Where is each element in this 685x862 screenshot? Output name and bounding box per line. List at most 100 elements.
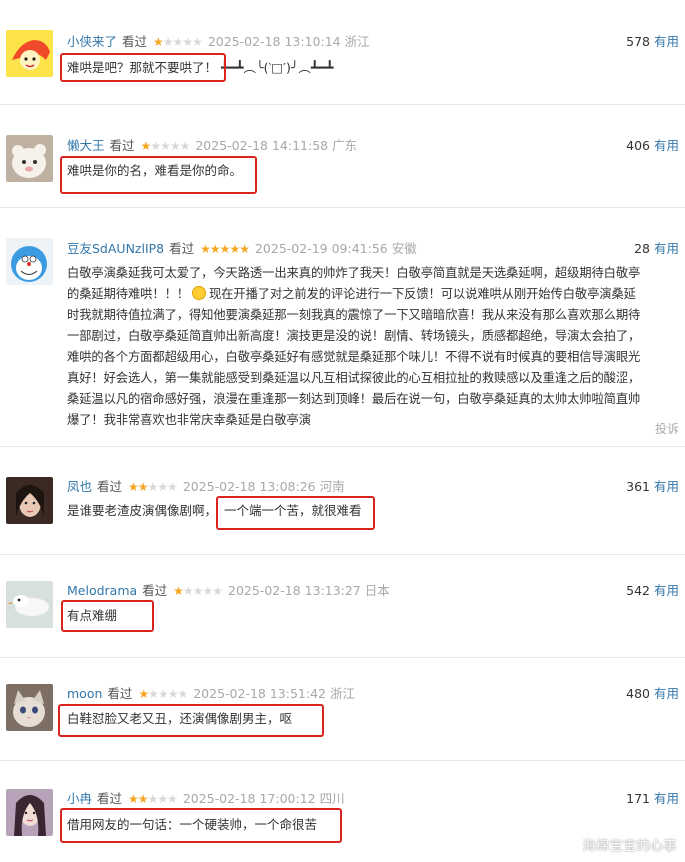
star-filled-icon: ★ [137,480,149,494]
vote-count: 28 [634,241,650,256]
username-link[interactable]: 豆友SdAUNzlIP8 [67,241,164,256]
divider [0,104,685,105]
useful-vote[interactable]: 361 有用 [626,477,679,497]
star-empty-icon: ★ [148,687,159,701]
username-link[interactable]: 凤也 [67,479,92,494]
comment-line: 的桑延期待难哄！！！ 现在开播了对之前发的评论进行一下反馈！可以说难哄从刚开始传白… [67,284,679,305]
comment-line-part: 的桑延期待难哄！！！ [67,287,189,301]
useful-vote[interactable]: 542 有用 [626,581,679,601]
useful-button[interactable]: 有用 [654,686,679,701]
star-empty-icon: ★ [179,139,191,153]
star-empty-icon: ★ [150,139,161,153]
useful-button[interactable]: 有用 [654,791,679,806]
comment-line: 桑延温以凡的宿命感好强，浪漫在重逢那一刻达到顶峰！最后在说一句，白敬亭桑延真的太… [67,392,641,406]
watermark: 海绵宝宝的心事 [582,839,677,854]
star-empty-icon: ★ [182,35,193,49]
divider [0,657,685,658]
username-link[interactable]: 小侠来了 [67,34,117,49]
location: 河南 [319,479,345,494]
avatar[interactable] [6,30,53,77]
watch-status: 看过 [169,241,195,256]
smile-emoji-icon [191,286,206,300]
timestamp: 2025-02-18 13:51:42 [193,686,326,701]
comment-meta: 豆友SdAUNzlIP8 看过 ★★★★★ 2025-02-19 09:41:56 安… [67,239,417,259]
comment-meta: 小侠来了 看过 ★★★★★ 2025-02-18 13:10:14 浙江 [67,32,370,52]
star-empty-icon: ★ [167,792,178,806]
star-empty-icon: ★ [160,139,171,153]
report-link[interactable]: 投诉 [655,420,679,437]
useful-vote[interactable]: 171 有用 [626,789,679,809]
divider [0,446,685,447]
star-empty-icon: ★ [157,792,168,806]
timestamp: 2025-02-18 13:10:14 [207,34,341,49]
useful-button[interactable]: 有用 [654,479,679,494]
comment-meta: 凤也 看过 ★★★★★ 2025-02-18 13:08:26 河南 [67,477,345,497]
comment-meta: 小冉 看过 ★★★★★ 2025-02-18 17:00:12 四川 [67,789,345,809]
star-empty-icon: ★ [157,480,168,494]
star-empty-icon: ★ [167,687,179,701]
useful-vote[interactable]: 578 有用 [626,32,679,52]
location: 浙江 [344,34,370,49]
avatar[interactable] [6,477,53,524]
star-empty-icon: ★ [202,584,213,598]
star-filled-icon: ★ [209,242,221,256]
useful-button[interactable]: 有用 [654,241,679,256]
timestamp: 2025-02-18 13:13:27 [228,583,361,598]
highlight-box [58,704,324,737]
avatar[interactable] [6,789,53,836]
vote-count: 406 [626,138,650,153]
star-empty-icon: ★ [172,35,184,49]
username-link[interactable]: 小冉 [67,791,92,806]
highlight-box [60,53,226,82]
star-empty-icon: ★ [177,687,188,701]
watch-status: 看过 [107,686,133,701]
location: 四川 [319,791,345,806]
star-filled-icon: ★ [128,480,139,494]
divider [0,760,685,761]
location: 日本 [364,583,390,598]
rating-stars: ★★★★★ [128,477,178,497]
watch-status: 看过 [97,479,123,494]
vote-count: 480 [626,686,650,701]
star-filled-icon: ★ [229,242,240,256]
star-empty-icon: ★ [147,792,159,806]
highlight-box [216,496,375,530]
useful-button[interactable]: 有用 [654,34,679,49]
rating-stars: ★★★★★ [173,581,223,601]
comment-meta: moon 看过 ★★★★★ 2025-02-18 13:51:42 浙江 [67,684,355,704]
rating-stars: ★★★★★ [200,239,250,259]
useful-button[interactable]: 有用 [654,583,679,598]
vote-count: 361 [626,479,650,494]
star-filled-icon: ★ [219,242,231,256]
rating-stars: ★★★★★ [141,136,191,156]
star-empty-icon: ★ [182,584,194,598]
watch-status: 看过 [142,583,168,598]
highlight-box [60,156,257,194]
comment-text: 白敬亭演桑延我可太爱了，今天路透一出来真的帅炸了我天！白敬亭简直就是天选桑延啊，… [67,263,679,431]
watch-status: 看过 [109,138,135,153]
star-empty-icon: ★ [169,139,181,153]
highlight-box [61,600,154,632]
location: 广东 [332,138,358,153]
avatar[interactable] [6,581,53,628]
username-link[interactable]: 懒大王 [67,138,105,153]
comment-line-part: 现在开播了对之前发的评论进行一下反馈！可以说难哄从刚开始传白敬亭演桑延 [208,287,636,301]
timestamp: 2025-02-18 14:11:58 [195,138,329,153]
star-empty-icon: ★ [212,584,223,598]
comment-text: 是谁要老渣皮演偶像剧啊， [67,503,218,518]
star-filled-icon: ★ [239,242,250,256]
avatar[interactable] [6,238,53,285]
rating-stars: ★★★★★ [138,684,188,704]
avatar[interactable] [6,135,53,182]
avatar[interactable] [6,684,53,731]
comment-line: 一部剧过，白敬亭桑延简直帅出新高度！演技更是没的说！剧情、转场镜头，质感都超绝，… [67,329,641,343]
useful-button[interactable]: 有用 [654,138,679,153]
username-link[interactable]: Melodrama [67,583,137,598]
star-filled-icon: ★ [137,792,149,806]
divider [0,207,685,208]
useful-vote[interactable]: 480 有用 [626,684,679,704]
username-link[interactable]: moon [67,686,102,701]
useful-vote[interactable]: 406 有用 [626,136,679,156]
useful-vote[interactable]: 28 有用 [634,239,679,259]
star-filled-icon: ★ [173,584,184,598]
